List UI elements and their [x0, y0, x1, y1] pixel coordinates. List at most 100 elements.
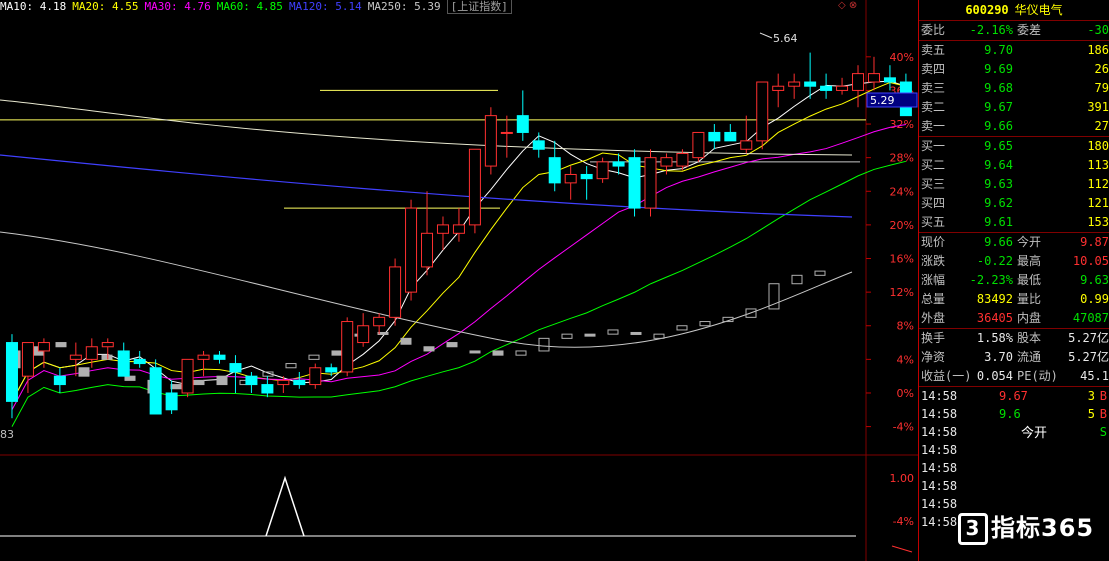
- sell-row[interactable]: 卖一 9.66 27: [919, 117, 1109, 136]
- tick-volume: 3: [1087, 389, 1095, 403]
- stat-label: 今开: [1017, 235, 1042, 249]
- candle-body: [692, 131, 705, 159]
- candle-body: [644, 157, 657, 209]
- sell-row[interactable]: 卖三 9.68 79: [919, 79, 1109, 98]
- high-price-label: 5.64: [773, 32, 798, 45]
- candle-body: [245, 375, 258, 386]
- buy-level-label: 买二: [921, 158, 946, 172]
- candle-body: [772, 85, 785, 91]
- stat-value: 9.87: [1080, 235, 1109, 249]
- buy-volume: 153: [1087, 215, 1109, 229]
- candle-body: [165, 392, 178, 411]
- candle-body: [740, 140, 753, 150]
- watermark-text: 指标365: [991, 514, 1095, 542]
- settings-icon[interactable]: ◇: [838, 0, 846, 11]
- ma30-label: MA30: 4.76: [144, 0, 211, 13]
- ma60-label: MA60: 4.85: [216, 0, 283, 13]
- kline-svg[interactable]: 40%36%32%28%24%20%16%12%8%4%0%-4%1.00-4%…: [0, 0, 918, 561]
- sell-row[interactable]: 卖五 9.70 186: [919, 41, 1109, 60]
- weicha-label: 委差: [1017, 23, 1042, 37]
- close-icon[interactable]: ⊗: [849, 0, 857, 11]
- tick-time: 14:58: [921, 425, 958, 439]
- stock-name: 华仪电气: [1014, 3, 1063, 17]
- stat-label: 外盘: [921, 311, 946, 325]
- ma10-label: MA10: 4.18: [0, 0, 67, 13]
- tick-row: 14:58 9.67 3 B: [919, 387, 1109, 405]
- stat-value: -2.23%: [969, 273, 1013, 287]
- shadow-candle: [423, 346, 435, 352]
- tick-time: 14:58: [921, 461, 958, 475]
- current-price-label: 5.29: [870, 94, 895, 107]
- candle-body: [53, 375, 66, 386]
- candle-body: [261, 384, 274, 394]
- ma250-label: MA250: 5.39: [367, 0, 441, 13]
- candle-body: [628, 157, 641, 209]
- tick-row: 14:58: [919, 441, 1109, 459]
- candle-body: [229, 363, 242, 373]
- chart-corner-icons[interactable]: ◇ ⊗: [838, 0, 857, 12]
- shadow-candle: [400, 337, 412, 345]
- tick-row: 14:58 9.6 5 B: [919, 405, 1109, 423]
- buy-volume: 113: [1087, 158, 1109, 172]
- candle-body: [389, 266, 402, 318]
- candle-body: [277, 379, 290, 386]
- candle-body: [325, 367, 338, 373]
- shadow-candle: [515, 350, 527, 356]
- buy-level-label: 买四: [921, 196, 946, 210]
- stat-label: 内盘: [1017, 311, 1042, 325]
- low-price-label: 83: [0, 428, 14, 441]
- buy-row[interactable]: 买二 9.64 113: [919, 156, 1109, 175]
- shadow-candle: [469, 350, 481, 354]
- stat-row: 总量 83492 量比 0.99: [919, 290, 1109, 309]
- tick-side: B: [1099, 389, 1107, 403]
- buy-orders: 买一 9.65 180 买二 9.64 113 买三 9.63 112 买四 9.62 121 买五 9.…: [919, 137, 1109, 232]
- candle-body: [5, 342, 18, 402]
- buy-row[interactable]: 买四 9.62 121: [919, 194, 1109, 213]
- stat-row: 收益(一) 0.054 PE(动) 45.1: [919, 367, 1109, 386]
- candle-body: [756, 81, 769, 142]
- shadow-candle: [607, 329, 619, 335]
- buy-row[interactable]: 买三 9.63 112: [919, 175, 1109, 194]
- candle-body: [149, 367, 162, 415]
- buy-row[interactable]: 买一 9.65 180: [919, 137, 1109, 156]
- stat-label: 最高: [1017, 254, 1042, 268]
- ma30-line: [11, 124, 906, 411]
- buy-price: 9.61: [984, 215, 1013, 229]
- stat-label: 换手: [921, 331, 946, 345]
- indicator-marker: [891, 545, 913, 553]
- axis-tick-label: 32%: [890, 118, 914, 131]
- stat-value: 0.99: [1080, 292, 1109, 306]
- stat-value: 0.054: [976, 369, 1013, 383]
- tick-row: 14:58: [919, 477, 1109, 495]
- buy-level-label: 买三: [921, 177, 946, 191]
- shadow-candle: [791, 274, 803, 285]
- shadow-candle: [78, 367, 90, 377]
- shadow-candle: [492, 350, 504, 356]
- candle-body: [197, 354, 210, 360]
- buy-row[interactable]: 买五 9.61 153: [919, 213, 1109, 232]
- candle-body: [452, 224, 465, 234]
- fundamental-stats: 换手 1.58% 股本 5.27亿 净资 3.70 流通 5.27亿 收益(一) 0.054 PE(…: [919, 329, 1109, 386]
- sell-row[interactable]: 卖四 9.69 26: [919, 60, 1109, 79]
- stat-value: 10.05: [1072, 254, 1109, 268]
- stock-code: 600290: [965, 3, 1009, 17]
- axis-tick-label: 20%: [890, 219, 914, 232]
- buy-price: 9.64: [984, 158, 1013, 172]
- sell-row[interactable]: 卖二 9.67 391: [919, 98, 1109, 117]
- kline-chart[interactable]: 40%36%32%28%24%20%16%12%8%4%0%-4%1.00-4%…: [0, 0, 918, 561]
- candle-body: [69, 354, 82, 360]
- candle-body: [133, 358, 146, 365]
- stat-value: 45.1: [1080, 369, 1109, 383]
- stat-label: 涨幅: [921, 273, 946, 287]
- candle-body: [85, 346, 98, 360]
- weibi-value: -2.16%: [969, 23, 1013, 37]
- watermark-glyph: 3: [958, 513, 988, 545]
- candle-body: [500, 131, 513, 134]
- candle-body: [37, 342, 50, 352]
- shadow-candle: [561, 333, 573, 339]
- index-tab[interactable]: [上证指数]: [446, 0, 512, 14]
- axis-tick-label: 0%: [897, 387, 914, 400]
- sell-level-label: 卖一: [921, 119, 946, 133]
- candle-body: [468, 148, 481, 226]
- axis-tick-label: 12%: [890, 286, 914, 299]
